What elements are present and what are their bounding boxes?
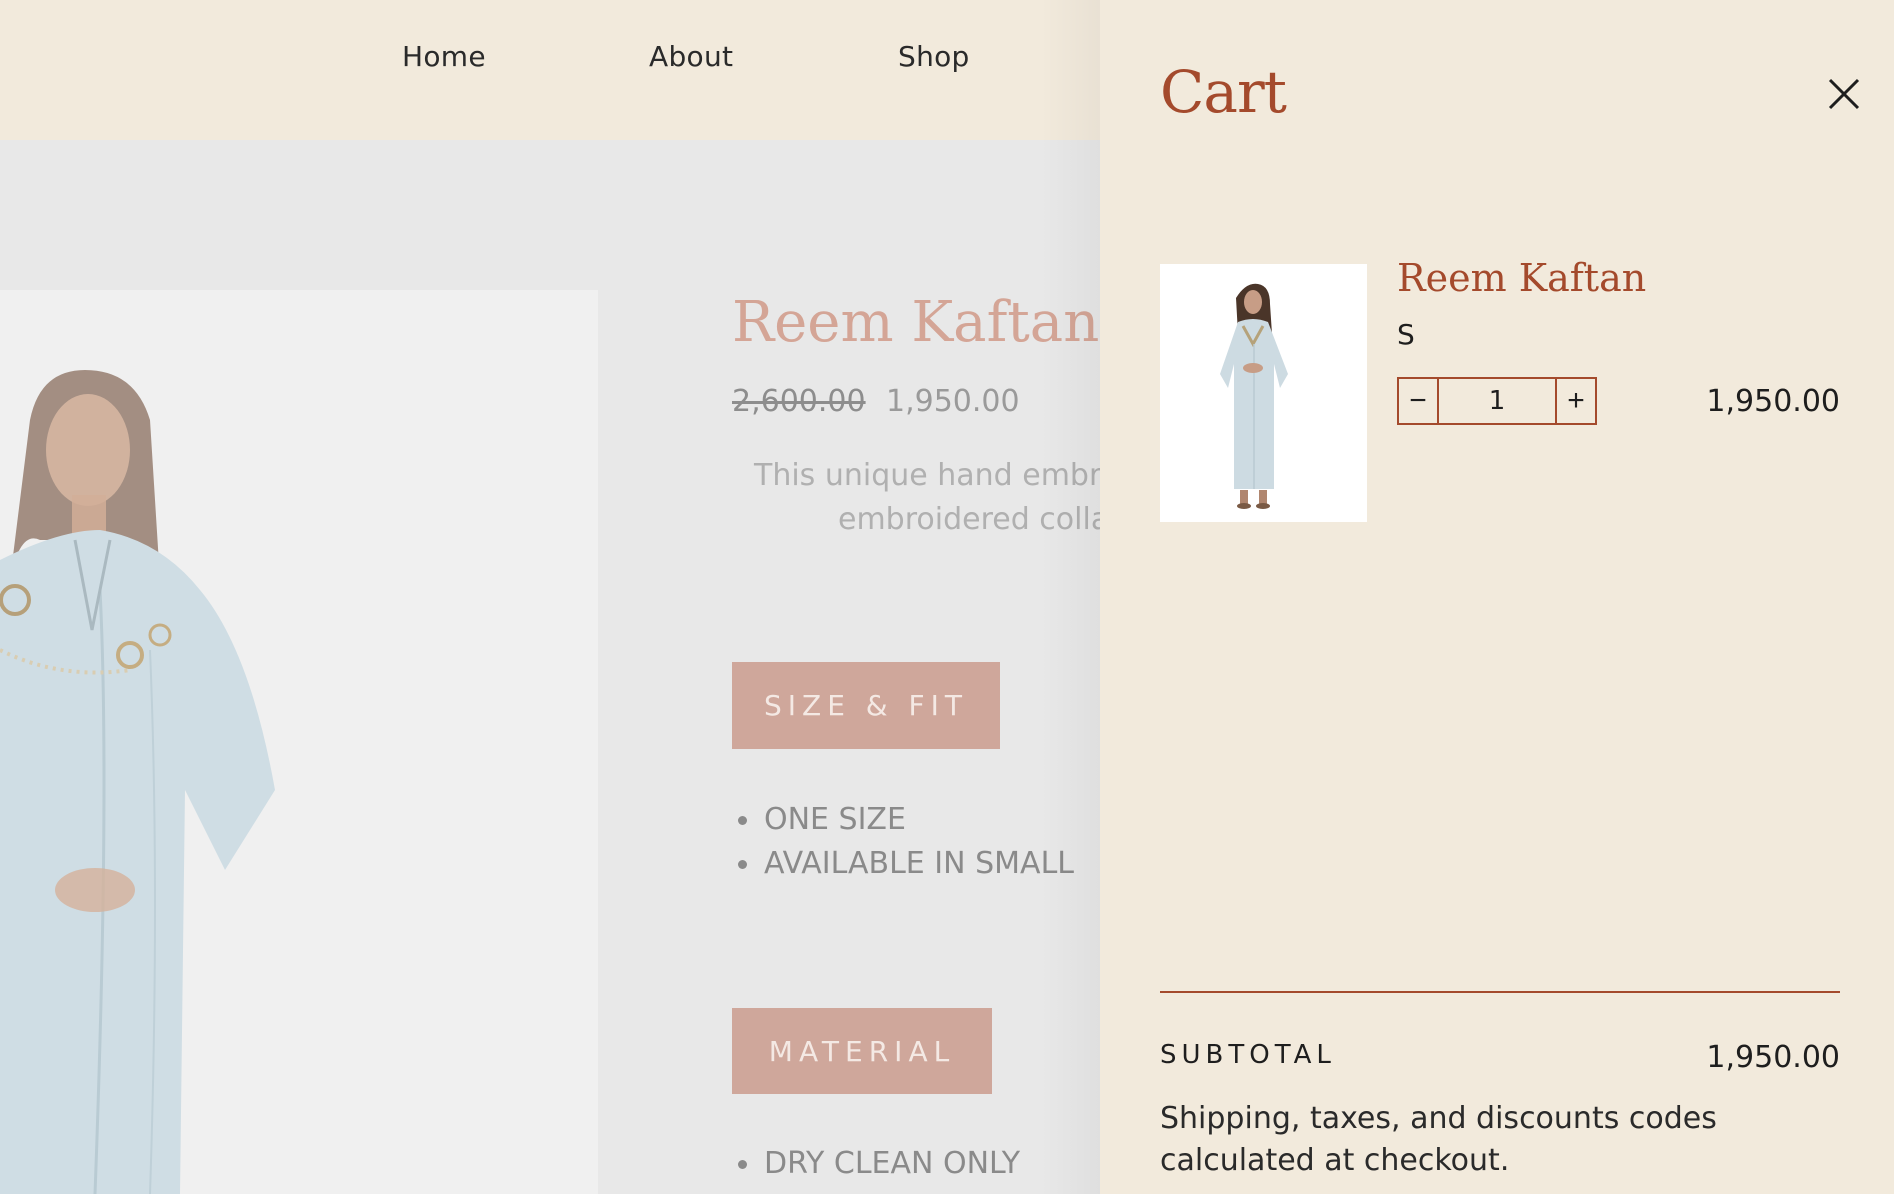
quantity-input[interactable]	[1439, 379, 1555, 423]
cart-item-image	[1220, 283, 1288, 509]
nav-about-link[interactable]: About	[649, 40, 733, 73]
material-item: DRY CLEAN ONLY	[737, 1146, 1021, 1181]
cart-divider	[1160, 991, 1840, 993]
cart-drawer: Cart Reem Kaftan S − +	[1100, 0, 1894, 1194]
product-photo	[0, 290, 598, 1194]
increase-quantity-button[interactable]: +	[1555, 379, 1595, 423]
decrease-quantity-button[interactable]: −	[1399, 379, 1439, 423]
site-header: Home About Shop	[0, 0, 1100, 140]
model-illustration	[0, 370, 275, 1194]
product-sale-price: 1,950.00	[886, 384, 1020, 419]
size-fit-item: ONE SIZE	[738, 802, 906, 837]
cart-title: Cart	[1160, 58, 1287, 126]
product-original-price: 2,600.00	[732, 384, 866, 419]
cart-item-name[interactable]: Reem Kaftan	[1397, 256, 1646, 300]
nav-shop-link[interactable]: Shop	[898, 40, 970, 73]
shipping-note: Shipping, taxes, and discounts codes cal…	[1160, 1101, 1717, 1178]
close-cart-button[interactable]	[1826, 76, 1862, 112]
drawer-shadow	[1040, 0, 1100, 1194]
cart-item-variant: S	[1397, 318, 1415, 351]
quantity-stepper: − +	[1397, 377, 1597, 425]
material-button[interactable]: MATERIAL	[732, 1008, 992, 1094]
nav-home-link[interactable]: Home	[402, 40, 486, 73]
close-icon	[1828, 78, 1860, 110]
cart-item-thumbnail[interactable]	[1160, 264, 1367, 522]
size-fit-button[interactable]: SIZE & FIT	[732, 662, 1000, 749]
subtotal-value: 1,950.00	[1706, 1040, 1840, 1075]
subtotal-label: SUBTOTAL	[1160, 1040, 1336, 1070]
size-fit-item: AVAILABLE IN SMALL	[738, 846, 1074, 881]
cart-item-price: 1,950.00	[1706, 384, 1840, 419]
